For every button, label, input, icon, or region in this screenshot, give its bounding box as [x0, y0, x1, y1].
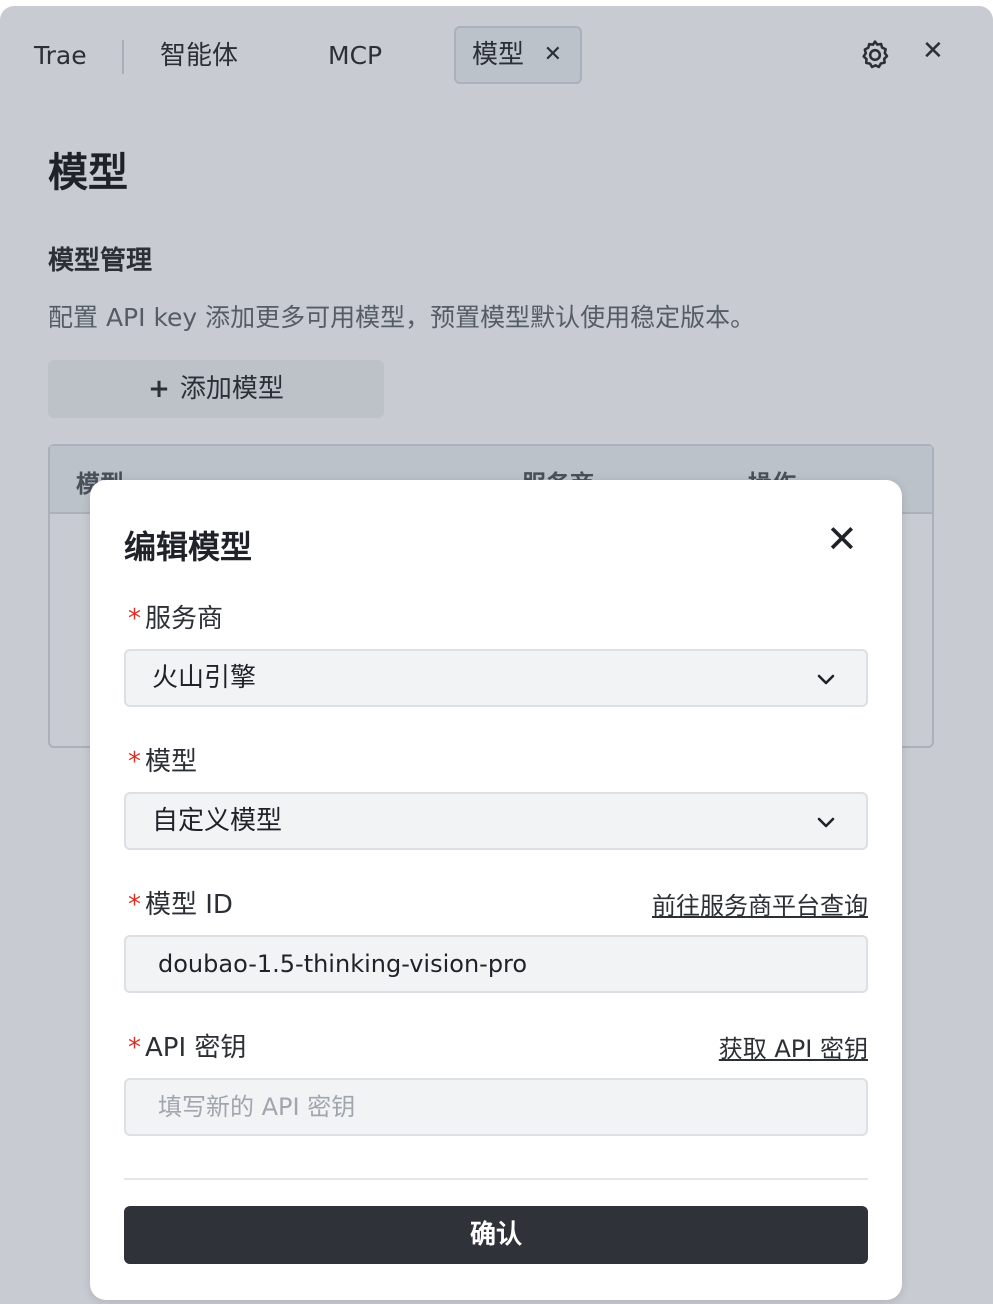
tab-close-icon[interactable]: ✕ [544, 28, 562, 82]
provider-select[interactable]: 火山引擎 [124, 649, 868, 707]
model-id-label: * 模型 ID [128, 884, 233, 921]
tab-divider [122, 40, 124, 74]
tab-trae[interactable]: Trae [34, 28, 87, 84]
tab-model-label: 模型 [472, 40, 525, 70]
model-id-input[interactable] [124, 935, 868, 993]
required-mark: * [128, 604, 141, 634]
required-mark: * [128, 1033, 141, 1063]
close-icon[interactable]: ✕ [922, 36, 944, 66]
section-title: 模型管理 [48, 246, 153, 276]
model-label: * 模型 [128, 741, 197, 778]
model-id-input-field[interactable] [152, 937, 838, 991]
edit-model-dialog: 编辑模型 ✕ * 服务商 火山引擎 * 模型 自定义模型 * 模型 ID 前往服务商平… [90, 480, 902, 1300]
model-label-text: 模型 [145, 747, 198, 777]
tab-bar: Trae 智能体 MCP 模型 ✕ ✕ [0, 6, 993, 106]
api-key-input[interactable] [124, 1078, 868, 1136]
page-title: 模型 [48, 150, 128, 196]
api-key-input-field[interactable] [152, 1080, 838, 1134]
section-description: 配置 API key 添加更多可用模型，预置模型默认使用稳定版本。 [48, 303, 756, 332]
chevron-down-icon [817, 674, 835, 685]
provider-platform-link[interactable]: 前往服务商平台查询 [652, 886, 868, 921]
tab-mcp[interactable]: MCP [328, 28, 382, 84]
api-key-label-text: API 密钥 [145, 1033, 247, 1063]
add-model-label: 添加模型 [179, 374, 284, 404]
get-api-key-link[interactable]: 获取 API 密钥 [719, 1029, 868, 1064]
provider-label-text: 服务商 [145, 604, 224, 634]
provider-select-value: 火山引擎 [152, 663, 257, 693]
confirm-button[interactable]: 确认 [124, 1206, 868, 1264]
dialog-title: 编辑模型 [124, 528, 253, 566]
api-key-label: * API 密钥 [128, 1027, 246, 1064]
dialog-close-icon[interactable]: ✕ [826, 518, 858, 560]
chevron-down-icon [817, 817, 835, 828]
model-select-value: 自定义模型 [152, 806, 283, 836]
provider-label: * 服务商 [128, 598, 223, 635]
required-mark: * [128, 890, 141, 920]
tab-model[interactable]: 模型 ✕ [454, 26, 582, 84]
model-select[interactable]: 自定义模型 [124, 792, 868, 850]
add-model-button[interactable]: + 添加模型 [48, 360, 384, 418]
gear-icon[interactable] [858, 38, 892, 72]
model-id-label-text: 模型 ID [145, 890, 233, 920]
required-mark: * [128, 747, 141, 777]
plus-icon: + [148, 374, 170, 404]
dialog-divider [124, 1178, 868, 1180]
tab-agent[interactable]: 智能体 [160, 28, 238, 84]
